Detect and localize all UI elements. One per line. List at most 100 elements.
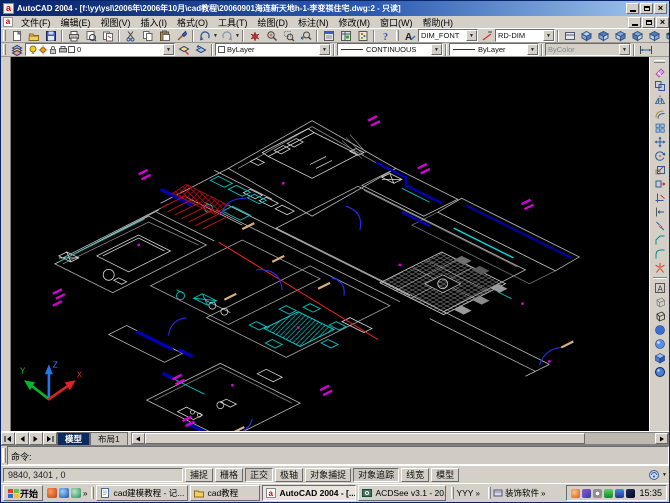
band-overflow[interactable]: » bbox=[541, 489, 545, 498]
autocad-app-icon[interactable]: a bbox=[3, 3, 14, 14]
start-button[interactable]: 开始 bbox=[3, 485, 43, 501]
tool-palettes-button[interactable] bbox=[354, 29, 371, 42]
dim-style-icon[interactable] bbox=[478, 29, 495, 42]
designcenter-button[interactable] bbox=[337, 29, 354, 42]
view-left-button[interactable] bbox=[612, 29, 629, 42]
view-right-button[interactable] bbox=[629, 29, 646, 42]
lineweight-toggle[interactable]: 线宽 bbox=[401, 468, 429, 482]
status-tray-arrow[interactable]: ▼ bbox=[662, 468, 667, 481]
offset-button[interactable] bbox=[652, 107, 668, 121]
command-window[interactable]: 命令: bbox=[1, 445, 669, 465]
redo-button[interactable] bbox=[218, 29, 235, 42]
command-input[interactable]: 命令: bbox=[7, 446, 669, 465]
command-window-grip[interactable] bbox=[2, 448, 6, 463]
taskbar-clock[interactable]: 15:35 bbox=[639, 488, 662, 498]
flat-shaded-button[interactable] bbox=[652, 323, 668, 337]
tab-last-button[interactable] bbox=[43, 432, 57, 445]
copy-button[interactable] bbox=[139, 29, 156, 42]
minimize-button[interactable] bbox=[626, 3, 639, 14]
gouraud-shaded-button[interactable] bbox=[652, 337, 668, 351]
plot-button[interactable] bbox=[65, 29, 82, 42]
rotate-button[interactable] bbox=[652, 149, 668, 163]
linear-dimension-button[interactable] bbox=[637, 43, 654, 56]
view-front-button[interactable] bbox=[646, 29, 663, 42]
menu-item-file[interactable]: 文件(F) bbox=[16, 16, 56, 29]
band-grip[interactable] bbox=[451, 487, 454, 499]
chevron-down-icon[interactable]: ▼ bbox=[466, 30, 477, 41]
chevron-down-icon[interactable]: ▼ bbox=[163, 44, 174, 55]
scroll-left-button[interactable] bbox=[132, 433, 145, 444]
toolbar-grip[interactable] bbox=[3, 30, 6, 41]
quick-launch-overflow[interactable]: » bbox=[83, 489, 87, 498]
redo-dropdown-arrow[interactable]: ▼ bbox=[235, 29, 240, 42]
break-button[interactable] bbox=[652, 219, 668, 233]
copy-object-button[interactable] bbox=[652, 79, 668, 93]
restore-button[interactable] bbox=[640, 3, 653, 14]
tab-prev-button[interactable] bbox=[15, 432, 29, 445]
explode-button[interactable] bbox=[652, 261, 668, 275]
scroll-right-button[interactable] bbox=[655, 433, 668, 444]
chevron-down-icon[interactable]: ▼ bbox=[431, 44, 442, 55]
osnap-toggle[interactable]: 对象捕捉 bbox=[305, 468, 351, 482]
drawing-canvas[interactable]: Z Y X bbox=[11, 57, 649, 431]
model-space-toggle[interactable]: 模型 bbox=[431, 468, 459, 482]
array-button[interactable] bbox=[652, 121, 668, 135]
cut-button[interactable] bbox=[122, 29, 139, 42]
mirror-button[interactable] bbox=[652, 93, 668, 107]
menu-item-edit[interactable]: 编辑(E) bbox=[56, 16, 96, 29]
task-autocad[interactable]: a AutoCAD 2004 - [... bbox=[262, 485, 356, 501]
chevron-down-icon[interactable]: ▼ bbox=[319, 44, 330, 55]
gouraud-shaded-edges-button[interactable] bbox=[652, 365, 668, 379]
otrack-toggle[interactable]: 对象追踪 bbox=[353, 468, 399, 482]
view-top-button[interactable] bbox=[578, 29, 595, 42]
task-folder[interactable]: cad教程 bbox=[190, 485, 260, 501]
trim-button[interactable] bbox=[652, 191, 668, 205]
toolbar-grip[interactable] bbox=[396, 30, 399, 41]
menu-item-view[interactable]: 视图(V) bbox=[96, 16, 136, 29]
zoom-window-button[interactable] bbox=[280, 29, 297, 42]
band-overflow[interactable]: » bbox=[475, 489, 479, 498]
text-style-combo[interactable]: DIM_FONT ▼ bbox=[418, 29, 478, 42]
menu-item-modify[interactable]: 修改(M) bbox=[334, 16, 376, 29]
move-button[interactable] bbox=[652, 135, 668, 149]
chevron-down-icon[interactable]: ▼ bbox=[527, 44, 538, 55]
quick-launch-icon[interactable] bbox=[71, 488, 81, 498]
stretch-button[interactable] bbox=[652, 177, 668, 191]
tray-icon[interactable] bbox=[571, 489, 580, 498]
tab-next-button[interactable] bbox=[29, 432, 43, 445]
polar-toggle[interactable]: 极轴 bbox=[275, 468, 303, 482]
linetype-combo[interactable]: CONTINUOUS ▼ bbox=[337, 43, 443, 56]
tray-icon[interactable] bbox=[604, 489, 613, 498]
plot-preview-button[interactable] bbox=[82, 29, 99, 42]
horizontal-scrollbar[interactable] bbox=[131, 432, 669, 445]
doc-close-button[interactable]: × bbox=[656, 17, 669, 28]
quick-launch-icon[interactable] bbox=[59, 488, 69, 498]
hidden-button[interactable] bbox=[652, 309, 668, 323]
layer-freeze-sun-icon[interactable] bbox=[38, 45, 48, 55]
tab-model[interactable]: 模型 bbox=[57, 432, 90, 445]
task-notepad[interactable]: cad建模教程 - 记... bbox=[96, 485, 188, 501]
tab-layout1[interactable]: 布局1 bbox=[90, 432, 128, 445]
new-button[interactable] bbox=[8, 29, 25, 42]
quick-launch-icon[interactable] bbox=[47, 488, 57, 498]
toolbar-grip[interactable] bbox=[3, 44, 6, 55]
layer-plot-icon[interactable] bbox=[58, 45, 68, 55]
text-style-icon[interactable]: A bbox=[401, 29, 418, 42]
grid-toggle[interactable]: 栅格 bbox=[215, 468, 243, 482]
zoom-previous-button[interactable] bbox=[297, 29, 314, 42]
publish-button[interactable] bbox=[99, 29, 116, 42]
extend-button[interactable] bbox=[652, 205, 668, 219]
tray-icon[interactable] bbox=[593, 489, 602, 498]
document-icon[interactable]: a bbox=[3, 17, 13, 27]
layer-on-bulb-icon[interactable] bbox=[28, 45, 38, 55]
close-button[interactable]: × bbox=[654, 3, 667, 14]
named-views-button[interactable] bbox=[561, 29, 578, 42]
chamfer-button[interactable] bbox=[652, 233, 668, 247]
layer-previous-button[interactable] bbox=[192, 43, 209, 56]
open-button[interactable] bbox=[25, 29, 42, 42]
pan-button[interactable] bbox=[246, 29, 263, 42]
view-back-button[interactable] bbox=[663, 29, 669, 42]
scale-button[interactable] bbox=[652, 163, 668, 177]
match-properties-button[interactable] bbox=[173, 29, 190, 42]
menu-item-window[interactable]: 窗口(W) bbox=[375, 16, 418, 29]
